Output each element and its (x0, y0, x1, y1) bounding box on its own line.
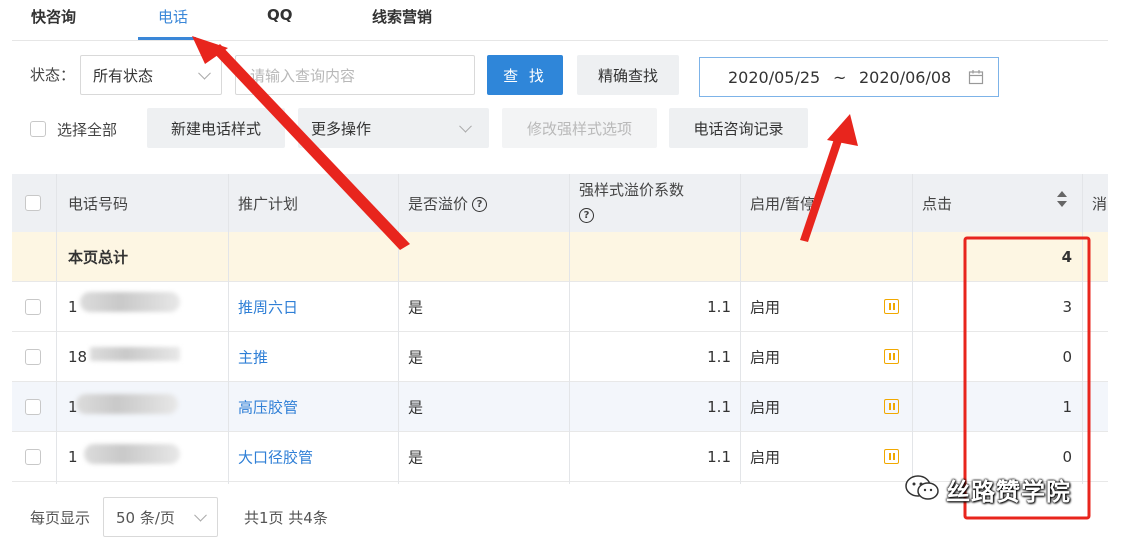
annotation-overlay (192, 36, 1091, 520)
watermark-text: 丝路赞学院 (946, 478, 1071, 506)
red-arrow-annotation (800, 114, 858, 242)
wechat-icon (905, 475, 939, 500)
red-arrow-annotation (192, 36, 410, 250)
